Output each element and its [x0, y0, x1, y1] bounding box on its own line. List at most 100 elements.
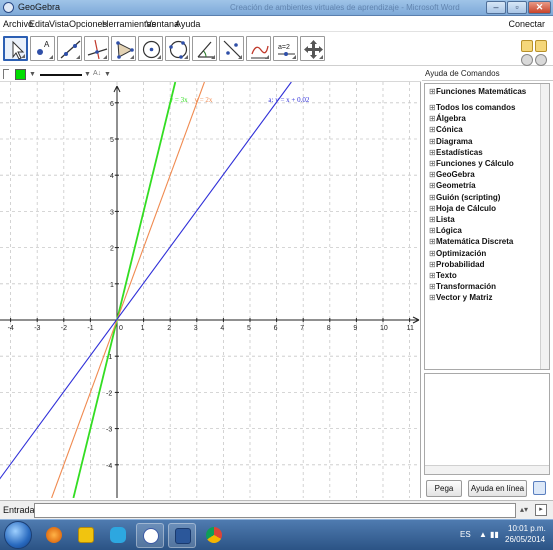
input-options-icon[interactable]: ▴▾	[520, 505, 528, 514]
graph-line[interactable]	[51, 82, 205, 498]
start-button[interactable]	[4, 521, 32, 549]
expand-icon[interactable]: ⊞	[429, 137, 436, 146]
expand-icon[interactable]: ⊞	[429, 103, 436, 112]
command-category-item[interactable]: ⊞Texto	[429, 271, 457, 280]
expand-icon[interactable]: ⊞	[429, 293, 436, 302]
menu-edita[interactable]: Edita	[29, 19, 50, 29]
geogebra-icon[interactable]	[136, 523, 164, 548]
reflect-tool-button[interactable]	[219, 36, 244, 61]
expand-icon[interactable]: ⊞	[429, 181, 436, 190]
line-tool-button[interactable]	[57, 36, 82, 61]
graphics-canvas[interactable]: -4-3-2-101234567891011654321-1-2-3-4-5y …	[0, 82, 421, 498]
expand-icon[interactable]: ⊞	[429, 148, 436, 157]
command-category-item[interactable]: ⊞Cónica	[429, 125, 463, 134]
clock-time[interactable]: 10:01 p.m.	[508, 524, 546, 533]
label-style-button[interactable]: A↓	[93, 70, 101, 77]
menu-vista[interactable]: Vista	[49, 19, 69, 29]
toolbar: A a=2	[0, 32, 553, 66]
circle-three-points-tool-button[interactable]	[165, 36, 190, 61]
graphics-view[interactable]: -4-3-2-101234567891011654321-1-2-3-4-5y …	[0, 82, 421, 498]
move-tool-button[interactable]	[3, 36, 28, 61]
command-category-item[interactable]: ⊞Geometría	[429, 181, 476, 190]
undo-icon[interactable]	[521, 40, 533, 52]
expand-icon[interactable]: ⊞	[429, 114, 436, 123]
expand-icon[interactable]: ⊞	[429, 159, 436, 168]
command-category-item[interactable]: ⊞Lista	[429, 215, 455, 224]
command-category-item[interactable]: ⊞Probabilidad	[429, 260, 484, 269]
expand-icon[interactable]: ⊞	[429, 249, 436, 258]
command-list-scrollbar[interactable]	[540, 84, 549, 369]
command-category-item[interactable]: ⊞Matemática Discreta	[429, 237, 513, 246]
expand-icon[interactable]: ⊞	[429, 226, 436, 235]
word-icon[interactable]	[168, 523, 196, 548]
style-bar-toggle-icon[interactable]	[3, 69, 9, 79]
perpendicular-tool-button[interactable]	[84, 36, 109, 61]
line-style-preview[interactable]	[40, 74, 82, 76]
gear-icon[interactable]	[535, 54, 547, 66]
command-category-label: Funciones y Cálculo	[436, 159, 514, 168]
menu-ayuda[interactable]: Ayuda	[175, 19, 200, 29]
command-category-item[interactable]: ⊞Estadísticas	[429, 148, 483, 157]
expand-icon[interactable]: ⊞	[429, 260, 436, 269]
refresh-icon[interactable]	[533, 481, 546, 495]
point-tool-button[interactable]: A	[30, 36, 55, 61]
detail-horizontal-scrollbar[interactable]	[425, 465, 549, 474]
command-category-list[interactable]: ⊞Funciones Matemáticas ⊞Todos los comando…	[424, 83, 550, 370]
expand-icon[interactable]: ⊞	[429, 237, 436, 246]
command-category-item[interactable]: ⊞Hoja de Cálculo	[429, 204, 496, 213]
graph-line-label: a: y = x + 0.02	[268, 96, 309, 104]
expand-icon[interactable]: ⊞	[429, 282, 436, 291]
paste-button[interactable]: Pega	[426, 480, 462, 497]
command-category-item[interactable]: ⊞Optimización	[429, 249, 486, 258]
y-tick-label: -4	[106, 463, 112, 470]
firefox-icon[interactable]	[40, 523, 68, 548]
circle-center-tool-button[interactable]	[138, 36, 163, 61]
expand-icon[interactable]: ⊞	[429, 204, 436, 213]
input-help-icon[interactable]: ▸	[535, 504, 547, 516]
network-icon[interactable]: ▮▮	[490, 530, 499, 539]
expand-icon[interactable]: ⊞	[429, 170, 436, 179]
maximize-button[interactable]: ▫	[507, 1, 527, 14]
expand-icon[interactable]: ⊞	[429, 125, 436, 134]
command-category-item[interactable]: ⊞Transformación	[429, 282, 496, 291]
label-style-dropdown-icon[interactable]: ▼	[104, 71, 111, 78]
command-category-item[interactable]: ⊞Vector y Matriz	[429, 293, 492, 302]
input-field[interactable]	[34, 503, 516, 518]
slider-value-tool-button[interactable]: a=2	[273, 36, 298, 61]
expand-icon[interactable]: ⊞	[429, 87, 436, 96]
polygon-tool-button[interactable]	[111, 36, 136, 61]
skype-icon[interactable]	[104, 523, 132, 548]
command-category-label: Lista	[436, 215, 455, 224]
command-category-item[interactable]: ⊞Todos los comandos	[429, 103, 515, 112]
command-category-item[interactable]: ⊞Álgebra	[429, 114, 466, 123]
connect-link[interactable]: Conectar	[508, 19, 545, 29]
command-category-item[interactable]: ⊞Lógica	[429, 226, 462, 235]
expand-icon[interactable]: ⊞	[429, 215, 436, 224]
online-help-button[interactable]: Ayuda en línea	[468, 480, 527, 497]
command-category-item[interactable]: ⊞Guión (scripting)	[429, 193, 500, 202]
tray-expand-icon[interactable]: ▲	[479, 530, 487, 539]
command-category-item[interactable]: ⊞Funciones Matemáticas	[429, 87, 526, 96]
clock-date[interactable]: 26/05/2014	[505, 535, 545, 544]
command-category-item[interactable]: ⊞GeoGebra	[429, 170, 475, 179]
command-category-item[interactable]: ⊞Funciones y Cálculo	[429, 159, 514, 168]
color-dropdown-icon[interactable]: ▼	[29, 71, 36, 78]
command-category-item[interactable]: ⊞Diagrama	[429, 137, 472, 146]
help-icon[interactable]	[521, 54, 533, 66]
chrome-icon[interactable]	[200, 523, 228, 548]
redo-icon[interactable]	[535, 40, 547, 52]
windows-explorer-icon[interactable]	[72, 523, 100, 548]
expand-icon[interactable]: ⊞	[429, 271, 436, 280]
graph-line[interactable]	[72, 82, 177, 498]
move-view-tool-button[interactable]	[300, 36, 325, 61]
angle-tool-button[interactable]	[192, 36, 217, 61]
expand-icon[interactable]: ⊞	[429, 193, 436, 202]
graph-line[interactable]	[0, 82, 292, 498]
slider-tool-button[interactable]	[246, 36, 271, 61]
close-button[interactable]: ✕	[528, 1, 551, 14]
command-help-header: Ayuda de Comandos	[422, 67, 553, 81]
line-style-dropdown-icon[interactable]: ▼	[84, 71, 91, 78]
color-swatch[interactable]	[15, 69, 26, 80]
minimize-button[interactable]: –	[486, 1, 506, 14]
language-indicator[interactable]: ES	[460, 530, 471, 539]
